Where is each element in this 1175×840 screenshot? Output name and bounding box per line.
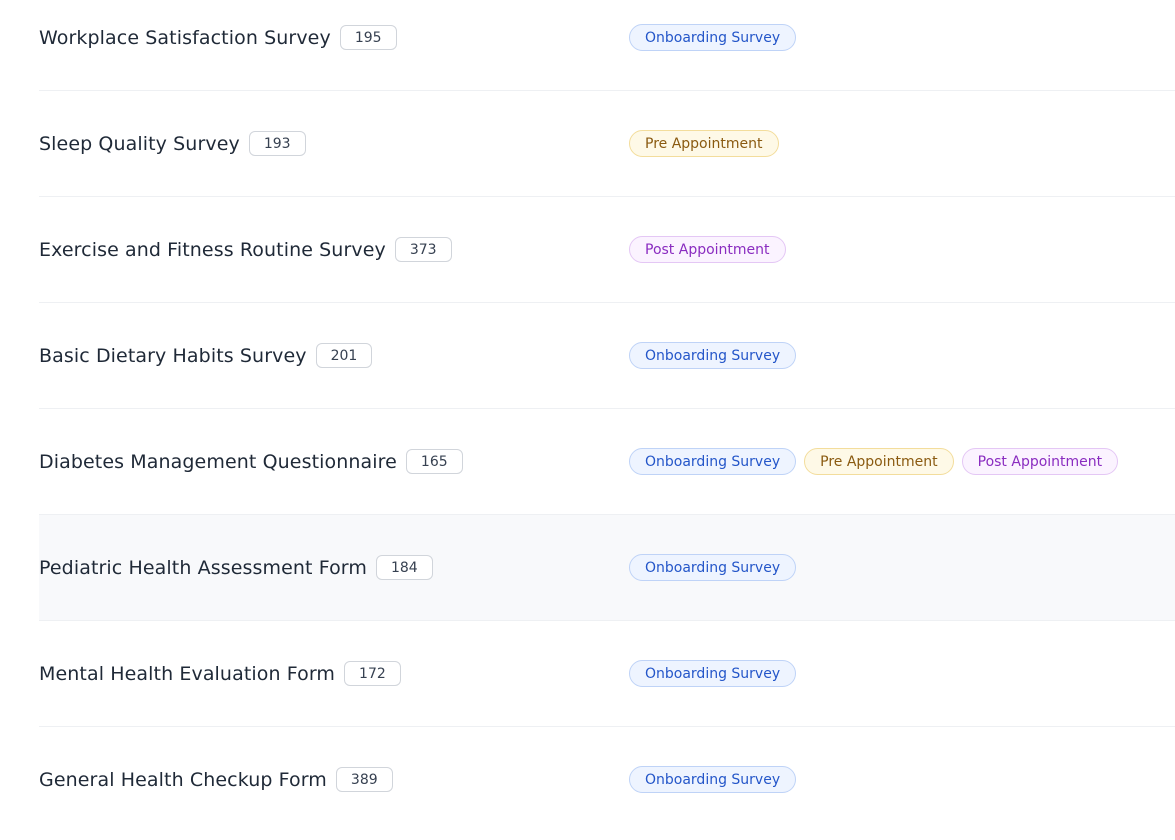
survey-tags: Onboarding Survey — [629, 24, 797, 51]
survey-name[interactable]: Workplace Satisfaction Survey — [39, 27, 331, 49]
survey-tags: Onboarding Survey — [629, 660, 797, 687]
survey-row[interactable]: Basic Dietary Habits Survey 201 Onboardi… — [39, 303, 1175, 409]
survey-row[interactable]: General Health Checkup Form 389 Onboardi… — [39, 727, 1175, 832]
survey-row[interactable]: Sleep Quality Survey 193 Pre Appointment — [39, 91, 1175, 197]
tag-pre-appointment: Pre Appointment — [804, 448, 954, 475]
survey-row[interactable]: Workplace Satisfaction Survey 195 Onboar… — [39, 0, 1175, 91]
survey-row[interactable]: Mental Health Evaluation Form 172 Onboar… — [39, 621, 1175, 727]
survey-name-cell: Mental Health Evaluation Form 172 — [39, 661, 629, 686]
survey-name-cell: Sleep Quality Survey 193 — [39, 131, 629, 156]
response-count-badge: 193 — [248, 131, 306, 156]
survey-tags: Onboarding Survey — [629, 554, 797, 581]
response-count-badge: 172 — [344, 661, 401, 686]
survey-tags: Onboarding Survey — [629, 342, 797, 369]
survey-name-cell: General Health Checkup Form 389 — [39, 767, 629, 792]
survey-row[interactable]: Diabetes Management Questionnaire 165 On… — [39, 409, 1175, 515]
tag-onboarding-survey: Onboarding Survey — [629, 766, 797, 793]
tag-onboarding-survey: Onboarding Survey — [629, 554, 797, 581]
tag-pre-appointment: Pre Appointment — [629, 130, 779, 157]
survey-name-cell: Pediatric Health Assessment Form 184 — [39, 555, 629, 580]
response-count-badge: 184 — [375, 555, 433, 580]
survey-name-cell: Workplace Satisfaction Survey 195 — [39, 25, 629, 50]
response-count-badge: 165 — [405, 449, 463, 474]
survey-name[interactable]: Diabetes Management Questionnaire — [39, 451, 397, 473]
tag-onboarding-survey: Onboarding Survey — [629, 660, 797, 687]
response-count-badge: 195 — [339, 25, 397, 50]
survey-row[interactable]: Pediatric Health Assessment Form 184 Onb… — [39, 515, 1175, 621]
tag-post-appointment: Post Appointment — [629, 236, 786, 263]
survey-tags: Pre Appointment — [629, 130, 779, 157]
survey-name-cell: Diabetes Management Questionnaire 165 — [39, 449, 629, 474]
tag-onboarding-survey: Onboarding Survey — [629, 448, 797, 475]
survey-tags: Onboarding Survey — [629, 766, 797, 793]
response-count-badge: 201 — [315, 343, 373, 368]
survey-name[interactable]: Mental Health Evaluation Form — [39, 663, 335, 685]
response-count-badge: 373 — [394, 237, 452, 262]
survey-name[interactable]: Exercise and Fitness Routine Survey — [39, 239, 386, 261]
survey-name-cell: Exercise and Fitness Routine Survey 373 — [39, 237, 629, 262]
survey-name[interactable]: Pediatric Health Assessment Form — [39, 557, 367, 579]
survey-name[interactable]: Basic Dietary Habits Survey — [39, 345, 307, 367]
survey-tags: Onboarding Survey Pre Appointment Post A… — [629, 448, 1119, 475]
survey-name-cell: Basic Dietary Habits Survey 201 — [39, 343, 629, 368]
survey-tags: Post Appointment — [629, 236, 786, 263]
survey-name[interactable]: General Health Checkup Form — [39, 769, 327, 791]
survey-list: Workplace Satisfaction Survey 195 Onboar… — [0, 0, 1175, 832]
tag-post-appointment: Post Appointment — [961, 448, 1119, 475]
response-count-badge: 389 — [335, 767, 393, 792]
tag-onboarding-survey: Onboarding Survey — [629, 342, 797, 369]
survey-name[interactable]: Sleep Quality Survey — [39, 133, 240, 155]
survey-row[interactable]: Exercise and Fitness Routine Survey 373 … — [39, 197, 1175, 303]
tag-onboarding-survey: Onboarding Survey — [629, 24, 797, 51]
